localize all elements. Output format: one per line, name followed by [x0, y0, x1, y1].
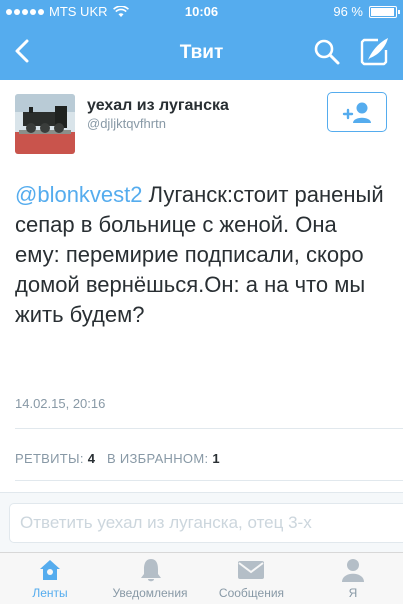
author-name[interactable]: уехал из луганска [87, 97, 229, 115]
page-title: Твит [179, 42, 224, 63]
favorites-count[interactable]: 1 [212, 451, 220, 466]
person-icon [342, 559, 364, 582]
reply-input[interactable]: Ответить уехал из луганска, отец 3-х [9, 503, 403, 543]
tweet-stats: РЕТВИТЫ: 4 В ИЗБРАННОМ: 1 [15, 451, 220, 466]
author-handle[interactable]: @djljktqvfhrtn [87, 116, 166, 131]
avatar[interactable] [15, 94, 75, 154]
tab-me[interactable]: Я [303, 553, 403, 604]
retweets-label[interactable]: РЕТВИТЫ: [15, 451, 84, 466]
avatar-image [15, 94, 75, 154]
home-icon [40, 560, 60, 580]
divider [15, 428, 403, 429]
tab-label: Уведомления [112, 586, 188, 600]
search-icon[interactable] [312, 37, 342, 67]
divider [15, 480, 403, 481]
mention-link[interactable]: @blonkvest2 [15, 182, 143, 207]
tweet-timestamp: 14.02.15, 20:16 [15, 396, 106, 411]
navigation-bar: Твит [0, 24, 403, 80]
tab-messages[interactable]: Сообщения [200, 553, 303, 604]
tab-bar: Ленты Уведомления Сообщения Я [0, 552, 403, 604]
battery-percent: 96 % [333, 4, 363, 19]
tab-label: Сообщения [218, 586, 285, 600]
retweets-count[interactable]: 4 [88, 451, 96, 466]
battery-icon [369, 5, 400, 18]
tab-home[interactable]: Ленты [0, 553, 100, 604]
tab-label: Ленты [32, 586, 68, 600]
add-user-icon [342, 102, 371, 123]
tweet-text: @blonkvest2 Луганск:стоит раненый сепар … [15, 180, 387, 330]
tab-notifications[interactable]: Уведомления [100, 553, 200, 604]
tab-label: Я [348, 586, 358, 600]
reply-bar: Ответить уехал из луганска, отец 3-х [0, 492, 403, 552]
favorites-label[interactable]: В ИЗБРАННОМ: [107, 451, 208, 466]
envelope-icon [238, 561, 264, 579]
bell-icon [141, 559, 161, 582]
follow-button[interactable] [327, 92, 387, 132]
status-bar: MTS UKR 10:06 96 % [0, 0, 403, 24]
status-right: 96 % [333, 4, 400, 19]
top-bar: MTS UKR 10:06 96 % Твит [0, 0, 403, 80]
compose-icon[interactable] [358, 36, 390, 68]
